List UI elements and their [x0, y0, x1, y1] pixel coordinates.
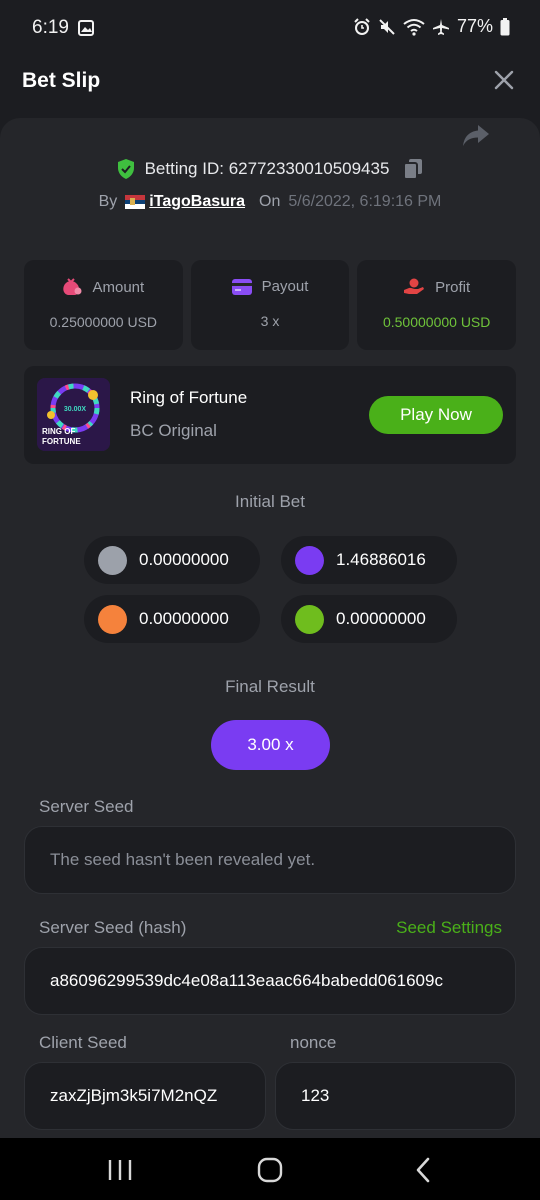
money-bag-icon: [63, 278, 82, 295]
server-seed-hash-label: Server Seed (hash): [39, 918, 187, 937]
client-seed-field[interactable]: zaxZjBjm3k5i7M2nQZ: [24, 1062, 266, 1130]
server-seed-label: Server Seed: [39, 797, 134, 816]
mute-icon: [379, 18, 395, 35]
game-name: Ring of Fortune: [130, 388, 248, 407]
play-now-button[interactable]: Play Now: [369, 396, 503, 434]
betting-id-label: Betting ID:: [144, 159, 224, 178]
client-seed-value: zaxZjBjm3k5i7M2nQZ: [50, 1086, 218, 1105]
share-icon[interactable]: [462, 122, 490, 150]
hand-coin-icon: [404, 278, 425, 294]
chip-value: 0.00000000: [139, 609, 229, 628]
green-coin-icon: [295, 604, 324, 634]
client-seed-label: Client Seed: [39, 1033, 127, 1052]
status-bar: 6:19 77%: [0, 0, 540, 58]
bet-chip: 0.00000000: [84, 536, 260, 584]
bet-stats: Amount 0.25000000 USD Payout 3 x Profit …: [24, 260, 517, 350]
stat-amount-value: 0.25000000 USD: [49, 314, 158, 330]
bet-chip: 1.46886016: [281, 536, 457, 584]
stat-profit: Profit 0.50000000 USD: [357, 260, 517, 350]
thumb-multiplier: 30.00X: [64, 406, 87, 413]
bet-chip: 0.00000000: [84, 595, 260, 643]
status-time: 6:19: [32, 17, 69, 38]
on-label: On: [259, 193, 281, 210]
image-notification-icon: [78, 20, 94, 36]
bet-slip-panel: Betting ID: 62772330010509435 By iTagoBa…: [0, 118, 540, 1138]
flag-icon: [125, 195, 146, 209]
server-seed-hash-field[interactable]: a86096299539dc4e08a113eaac664babedd06160…: [24, 947, 516, 1015]
nonce-label: nonce: [290, 1033, 337, 1052]
final-result-value: 3.00 x: [211, 720, 330, 770]
nonce-value: 123: [301, 1086, 330, 1105]
system-nav-bar: [0, 1138, 540, 1200]
verified-shield-icon: [117, 159, 134, 179]
alarm-icon: [354, 17, 370, 35]
by-label: By: [98, 193, 118, 210]
game-thumbnail[interactable]: 30.00X RING OF FORTUNE: [37, 378, 110, 451]
home-icon[interactable]: [255, 1156, 285, 1184]
betting-id-row: Betting ID: 62772330010509435: [0, 158, 540, 180]
server-seed-field[interactable]: The seed hasn't been revealed yet.: [24, 826, 516, 894]
orange-coin-icon: [98, 604, 127, 634]
card-icon: [231, 278, 252, 295]
ring-of-fortune-logo: 30.00X RING OF FORTUNE: [37, 378, 110, 451]
airplane-icon: [432, 18, 449, 35]
stat-payout: Payout 3 x: [190, 260, 350, 350]
stat-profit-value: 0.50000000 USD: [382, 314, 491, 330]
gray-coin-icon: [98, 545, 127, 575]
stat-profit-label: Profit: [435, 278, 471, 296]
chip-value: 1.46886016: [336, 550, 426, 569]
stat-amount: Amount 0.25000000 USD: [24, 260, 183, 350]
username-link[interactable]: iTagoBasura: [125, 193, 245, 211]
wifi-icon: [403, 18, 425, 36]
server-seed-hash-value: a86096299539dc4e08a113eaac664babedd06160…: [50, 971, 443, 990]
game-provider: BC Original: [130, 421, 217, 440]
battery-percent: 77%: [456, 16, 493, 36]
stat-payout-label: Payout: [261, 278, 309, 295]
bet-date: 5/6/2022, 6:19:16 PM: [288, 193, 442, 210]
chip-value: 0.00000000: [139, 550, 229, 569]
username-text: iTagoBasura: [149, 193, 246, 210]
stat-amount-label: Amount: [92, 278, 145, 296]
bet-chip: 0.00000000: [281, 595, 457, 643]
server-seed-placeholder: The seed hasn't been revealed yet.: [50, 850, 316, 869]
page-title: Bet Slip: [22, 69, 101, 92]
seed-settings-link[interactable]: Seed Settings: [396, 918, 502, 938]
close-icon[interactable]: [492, 68, 516, 92]
bet-byline: By iTagoBasura On 5/6/2022, 6:19:16 PM: [0, 193, 540, 211]
game-card: 30.00X RING OF FORTUNE Ring of Fortune B…: [24, 366, 516, 464]
nonce-field[interactable]: 123: [275, 1062, 516, 1130]
back-icon[interactable]: [408, 1156, 438, 1184]
recent-apps-icon[interactable]: [105, 1156, 135, 1184]
chip-value: 0.00000000: [336, 609, 426, 628]
copy-icon[interactable]: [403, 158, 423, 180]
thumb-title-2: FORTUNE: [42, 437, 81, 446]
bet-slip-header: Bet Slip: [0, 58, 540, 118]
initial-bet-label: Initial Bet: [235, 492, 305, 511]
thumb-title-1: RING OF: [42, 427, 75, 436]
stat-payout-value: 3 x: [260, 313, 280, 329]
betting-id-value: 62772330010509435: [228, 159, 390, 178]
status-icons: 77%: [353, 16, 510, 37]
final-result-label: Final Result: [225, 677, 315, 696]
purple-coin-icon: [295, 545, 324, 575]
battery-icon: [500, 17, 510, 35]
